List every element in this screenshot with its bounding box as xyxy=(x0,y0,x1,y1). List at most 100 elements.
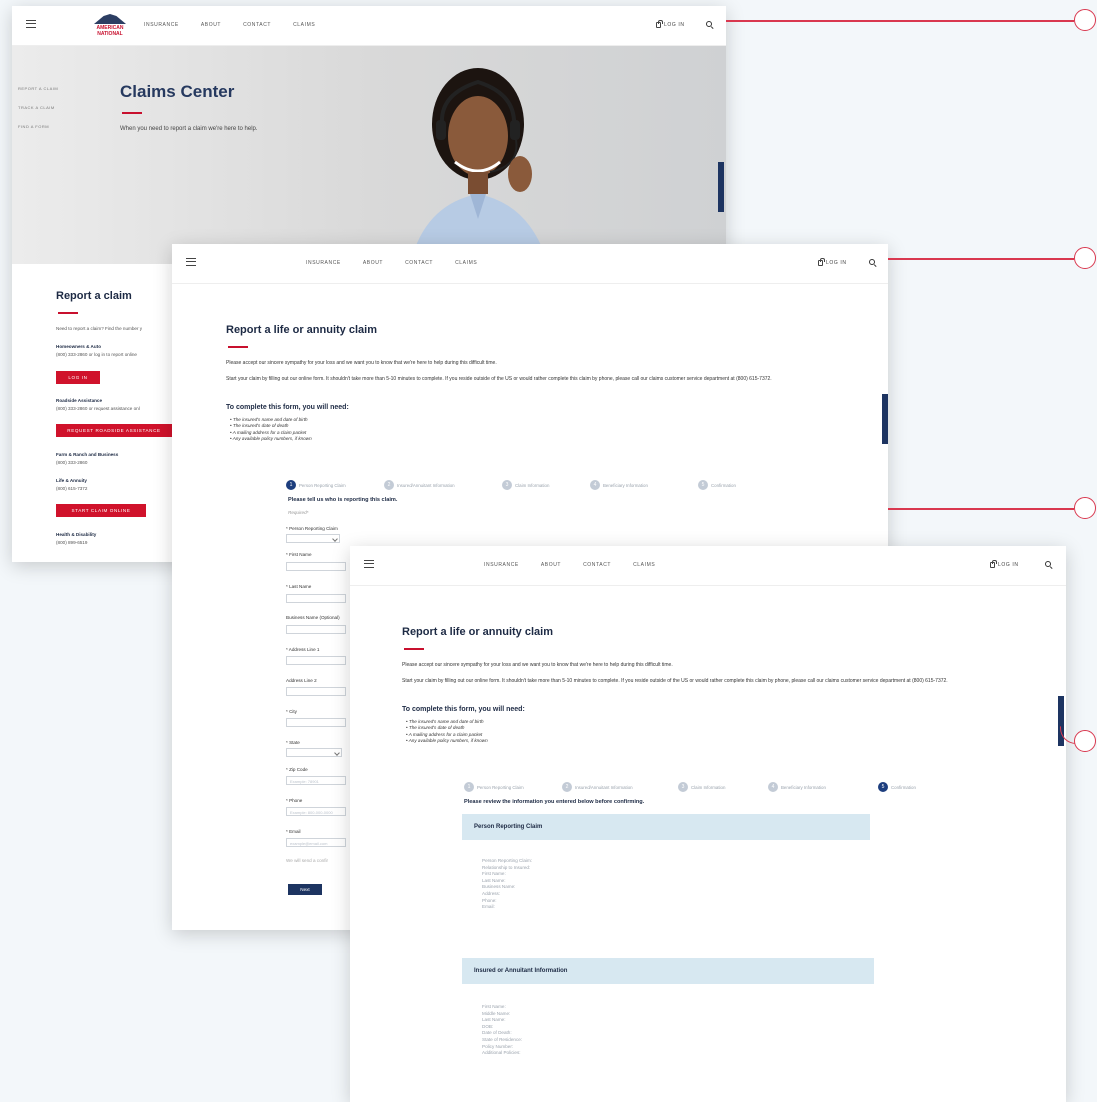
step-5[interactable]: 5 Confirmation xyxy=(698,480,736,490)
section-insured: Insured or Annuitant Information xyxy=(462,958,874,984)
item-detail: (800) 333-2860 or request assistance onl xyxy=(56,406,140,411)
nav-link-insurance[interactable]: INSURANCE xyxy=(306,260,341,266)
roadside-button[interactable]: REQUEST ROADSIDE ASSISTANCE xyxy=(56,424,172,437)
step-4[interactable]: 4 Beneficiary Information xyxy=(768,782,826,792)
last-name-input[interactable] xyxy=(286,594,346,603)
step-2[interactable]: 2 Insured/Annuitant Information xyxy=(562,782,633,792)
step-number: 2 xyxy=(562,782,572,792)
agent-photo xyxy=(410,68,548,264)
item-name: Roadside Assistance xyxy=(56,398,103,403)
instructions-text: Start your claim by filling out our onli… xyxy=(226,376,772,382)
step-1[interactable]: 1 Person Reporting Claim xyxy=(464,782,524,792)
field-label: * Person Reporting Claim xyxy=(286,526,338,531)
field-label: * First Name xyxy=(286,552,312,557)
instructions-text: Start your claim by filling out our onli… xyxy=(402,678,948,684)
login-label: LOG IN xyxy=(664,22,685,28)
section-person-reporting: Person Reporting Claim xyxy=(462,814,870,840)
login-link[interactable]: LOG IN xyxy=(990,560,1019,568)
side-link-track[interactable]: TRACK A CLAIM xyxy=(18,105,58,110)
side-link-report[interactable]: REPORT A CLAIM xyxy=(18,86,58,91)
menu-icon[interactable] xyxy=(364,560,374,568)
logo[interactable]: AMERICAN NATIONAL xyxy=(90,14,130,42)
report-intro: Need to report a claim? Find the number … xyxy=(56,326,143,331)
address1-input[interactable] xyxy=(286,656,346,665)
field-label: * Email xyxy=(286,829,301,834)
hero-banner xyxy=(12,46,726,264)
nav-link-claims[interactable]: CLAIMS xyxy=(455,260,477,266)
sympathy-text: Please accept our sincere sympathy for y… xyxy=(226,360,497,366)
feedback-tab[interactable] xyxy=(718,162,724,212)
step-number: 1 xyxy=(464,782,474,792)
item-detail: (800) 899-6519 xyxy=(56,540,88,545)
step-number: 1 xyxy=(286,480,296,490)
search-icon[interactable] xyxy=(706,21,712,27)
menu-icon[interactable] xyxy=(26,20,36,28)
item-name: Health & Disability xyxy=(56,532,97,537)
insured-fields: First Name: Middle Name: Last Name: DOB:… xyxy=(482,1004,522,1057)
item-detail: (800) 615-7372 xyxy=(56,486,88,491)
report-underline xyxy=(58,312,78,314)
lock-icon xyxy=(990,560,997,568)
list-item: Address: xyxy=(482,890,501,896)
nav-link-claims[interactable]: CLAIMS xyxy=(293,22,315,28)
lock-icon xyxy=(818,258,825,266)
top-nav: INSURANCE ABOUT CONTACT CLAIMS LOG IN xyxy=(172,244,888,284)
nav-link-about[interactable]: ABOUT xyxy=(363,260,383,266)
side-link-form[interactable]: FIND A FORM xyxy=(18,124,58,129)
required-note: Required* xyxy=(288,510,309,515)
screen-confirmation: INSURANCE ABOUT CONTACT CLAIMS LOG IN Re… xyxy=(350,546,1066,1102)
page-title: Claims Center xyxy=(120,82,235,101)
menu-icon[interactable] xyxy=(186,258,196,266)
login-link[interactable]: LOG IN xyxy=(656,20,685,28)
next-button[interactable]: Next xyxy=(288,884,322,895)
step-4[interactable]: 4 Beneficiary Information xyxy=(590,480,648,490)
state-select[interactable] xyxy=(286,748,342,757)
nav-link-claims[interactable]: CLAIMS xyxy=(633,562,655,568)
callout-marker xyxy=(1074,730,1096,752)
form-heading: Please tell us who is reporting this cla… xyxy=(288,497,398,503)
nav-link-about[interactable]: ABOUT xyxy=(541,562,561,568)
login-label: LOG IN xyxy=(826,260,847,266)
nav-link-contact[interactable]: CONTACT xyxy=(405,260,433,266)
zip-placeholder: Example: 78901 xyxy=(290,779,319,784)
search-icon[interactable] xyxy=(1045,561,1051,567)
address2-input[interactable] xyxy=(286,687,346,696)
nav-link-insurance[interactable]: INSURANCE xyxy=(484,562,519,568)
email-input[interactable]: example@email.com xyxy=(286,838,346,847)
item-detail: (800) 333-2860 or log in to report onlin… xyxy=(56,352,137,357)
list-item: Relationship to Insured: xyxy=(482,864,531,870)
login-link[interactable]: LOG IN xyxy=(818,258,847,266)
search-icon[interactable] xyxy=(869,259,875,265)
report-claim-title: Report a claim xyxy=(56,290,132,302)
nav-link-contact[interactable]: CONTACT xyxy=(243,22,271,28)
business-name-input[interactable] xyxy=(286,625,346,634)
reporter-select[interactable] xyxy=(286,534,340,543)
phone-input[interactable]: Example: 800-000-0000 xyxy=(286,807,346,816)
claim-title: Report a life or annuity claim xyxy=(226,324,377,336)
step-2[interactable]: 2 Insured/Annuitant Information xyxy=(384,480,455,490)
start-claim-button[interactable]: START CLAIM ONLINE xyxy=(56,504,146,517)
zip-input[interactable]: Example: 78901 xyxy=(286,776,346,785)
step-number: 4 xyxy=(768,782,778,792)
step-5[interactable]: 5 Confirmation xyxy=(878,782,916,792)
nav-link-about[interactable]: ABOUT xyxy=(201,22,221,28)
step-1[interactable]: 1 Person Reporting Claim xyxy=(286,480,346,490)
title-underline xyxy=(122,112,142,114)
callout-marker xyxy=(1074,497,1096,519)
item-name: Farm & Ranch and Business xyxy=(56,452,119,457)
feedback-tab[interactable] xyxy=(882,394,888,444)
first-name-input[interactable] xyxy=(286,562,346,571)
person-fields: Person Reporting Claim: Relationship to … xyxy=(482,858,532,911)
item-name: Homeowners & Auto xyxy=(56,344,102,349)
step-3[interactable]: 3 Claim Information xyxy=(678,782,725,792)
city-input[interactable] xyxy=(286,718,346,727)
email-placeholder: example@email.com xyxy=(290,841,328,846)
nav-link-insurance[interactable]: INSURANCE xyxy=(144,22,179,28)
step-3[interactable]: 3 Claim Information xyxy=(502,480,549,490)
login-button[interactable]: LOG IN xyxy=(56,371,100,384)
field-label: * City xyxy=(286,709,297,714)
list-item: DOB: xyxy=(482,1023,494,1029)
list-item: First Name: xyxy=(482,871,506,877)
nav-link-contact[interactable]: CONTACT xyxy=(583,562,611,568)
callout-line xyxy=(726,20,1074,22)
